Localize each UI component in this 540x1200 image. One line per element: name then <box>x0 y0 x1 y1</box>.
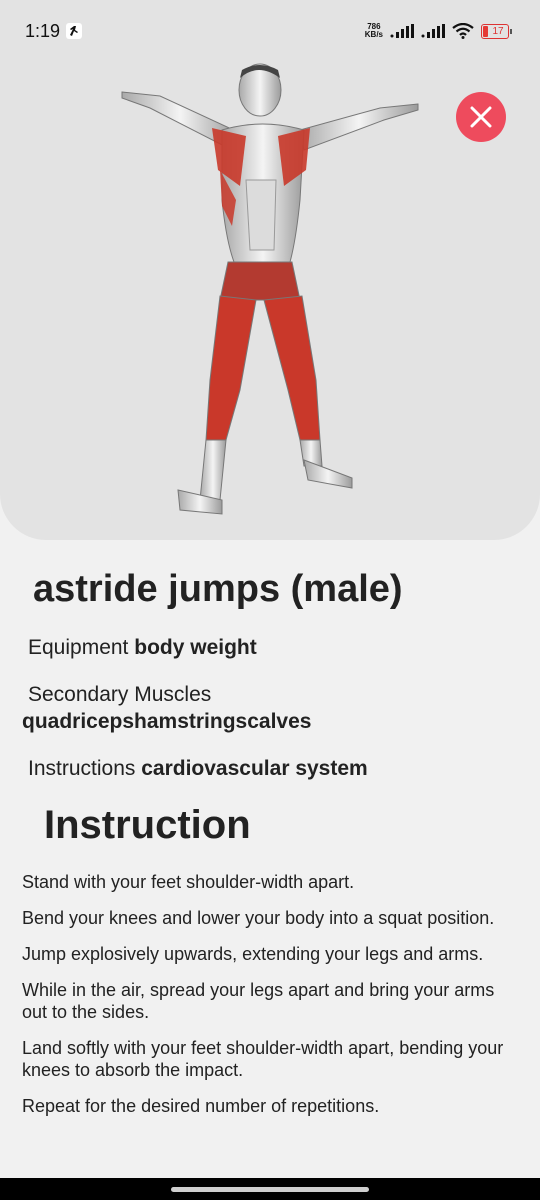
instruction-step: Jump explosively upwards, extending your… <box>22 944 484 964</box>
wifi-icon <box>452 23 474 39</box>
equipment-value: body weight <box>134 636 257 659</box>
instructions-label: Instructions <box>28 757 136 780</box>
home-indicator[interactable] <box>171 1186 369 1192</box>
close-icon <box>470 106 492 128</box>
secondary-muscles-label: Secondary Muscles <box>28 683 212 706</box>
network-speed: 786 KB/s <box>364 22 383 39</box>
runner-icon <box>66 23 83 39</box>
exercise-hero <box>0 0 540 540</box>
instructions-value: cardiovascular system <box>141 757 368 780</box>
status-bar: 1:19 786 KB/s 17 <box>0 0 540 62</box>
instruction-step: While in the air, spread your legs apart… <box>22 980 495 1022</box>
exercise-title: astride jumps (male) <box>33 568 403 610</box>
signal-icon <box>421 24 445 38</box>
instruction-step: Repeat for the desired number of repetit… <box>22 1096 380 1116</box>
instructions-row: Instructions cardiovascular system <box>28 757 368 781</box>
instruction-step: Stand with your feet shoulder-width apar… <box>22 872 355 892</box>
equipment-label: Equipment <box>28 636 129 659</box>
instruction-heading: Instruction <box>44 803 251 847</box>
equipment-row: Equipment body weight <box>28 636 257 660</box>
instruction-step: Bend your knees and lower your body into… <box>22 908 495 928</box>
battery-icon: 17 <box>481 23 512 39</box>
instruction-steps: Stand with your feet shoulder-width apar… <box>22 871 522 1131</box>
battery-level: 17 <box>492 25 504 37</box>
secondary-muscles-value: quadricepshamstringscalves <box>22 710 312 733</box>
signal-icon <box>390 24 414 38</box>
navigation-bar <box>0 1178 540 1200</box>
exercise-illustration <box>121 63 419 515</box>
instruction-step: Land softly with your feet shoulder-widt… <box>22 1038 504 1080</box>
close-button[interactable] <box>456 92 506 142</box>
status-time: 1:19 <box>25 20 61 41</box>
